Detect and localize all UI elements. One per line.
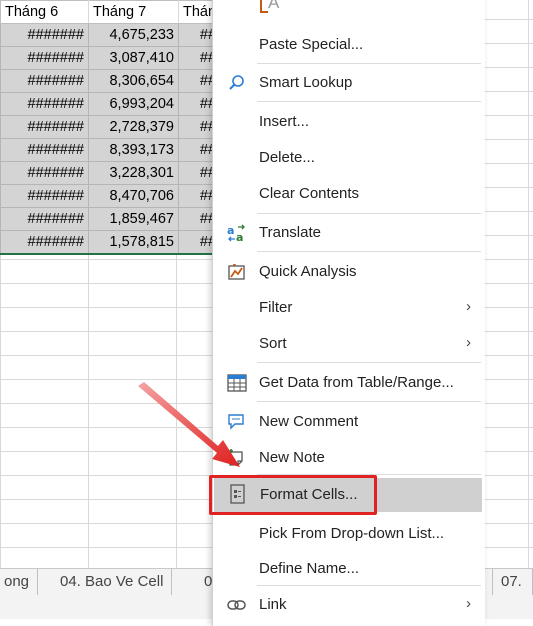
annotation-arrow-icon (138, 382, 240, 467)
